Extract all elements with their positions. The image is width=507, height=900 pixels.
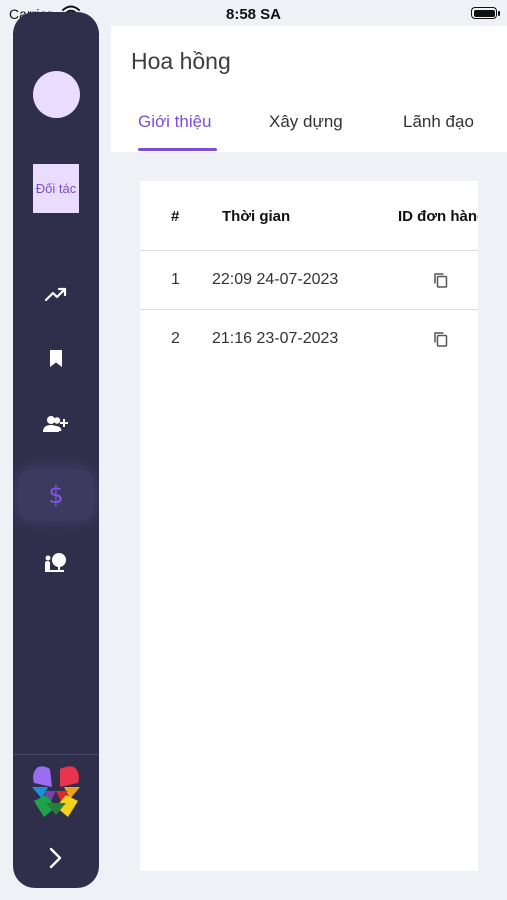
chevron-right-icon xyxy=(43,847,67,874)
row-index: 2 xyxy=(171,330,180,347)
bookmark-icon xyxy=(48,349,64,373)
copy-icon[interactable] xyxy=(433,331,449,347)
column-header-time: Thời gian xyxy=(222,208,291,225)
sidebar-item-commission[interactable]: $ xyxy=(19,470,93,520)
row-time: 22:09 24-07-2023 xyxy=(212,271,339,288)
commission-table: # Thời gian ID đơn hàng 1 22:09 24-07-20… xyxy=(140,181,478,871)
sidebar-item-bookmarks[interactable] xyxy=(41,346,71,376)
dollar-icon: $ xyxy=(48,481,64,509)
column-header-index: # xyxy=(171,208,180,225)
trending-up-icon xyxy=(44,286,67,307)
active-tab-indicator xyxy=(138,148,217,151)
add-user-icon xyxy=(43,415,69,440)
sidebar: Đối tác $ xyxy=(13,12,99,888)
page-title: Hoa hồng xyxy=(131,48,231,74)
sidebar-divider xyxy=(13,754,99,755)
tab-bar: Giới thiệu Xây dựng Lãnh đạo xyxy=(111,112,507,152)
tab-build[interactable]: Xây dựng xyxy=(269,112,343,132)
column-header-order-id: ID đơn hàng xyxy=(398,208,478,225)
battery-icon xyxy=(471,7,497,19)
battery-tip xyxy=(498,11,500,16)
avatar[interactable] xyxy=(33,71,80,118)
row-divider xyxy=(140,309,478,310)
page-header: Hoa hồng Giới thiệu Xây dựng Lãnh đạo xyxy=(111,26,507,152)
brand-logo xyxy=(30,765,82,824)
tab-leadership[interactable]: Lãnh đạo xyxy=(403,112,474,132)
copy-icon[interactable] xyxy=(433,272,449,288)
row-time: 21:16 23-07-2023 xyxy=(212,330,339,347)
partner-badge[interactable]: Đối tác xyxy=(33,164,79,213)
sidebar-item-add-user[interactable] xyxy=(41,412,71,442)
sidebar-item-stats[interactable] xyxy=(41,281,71,311)
mentor-board-icon xyxy=(44,552,68,579)
row-index: 1 xyxy=(171,271,180,288)
sidebar-item-training[interactable] xyxy=(41,550,71,580)
expand-sidebar-button[interactable] xyxy=(43,846,67,875)
header-divider xyxy=(140,250,478,251)
tab-introduction[interactable]: Giới thiệu xyxy=(138,112,212,132)
